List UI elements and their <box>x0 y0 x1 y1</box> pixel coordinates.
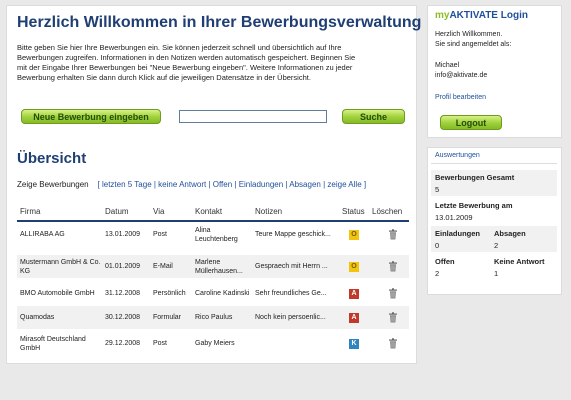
filter-no-answer[interactable]: keine Antwort <box>158 180 206 189</box>
intro-line: Bewerbung erhalten Sie dann durch Klick … <box>17 73 311 82</box>
col-status: Status <box>342 207 365 216</box>
cell-firma: Mustermann GmbH & Co. KG <box>20 258 101 275</box>
stats-title: Auswertungen <box>435 152 480 159</box>
cell-datum: 31.12.2008 <box>105 290 141 297</box>
cell-via: Post <box>153 340 168 347</box>
col-datum: Datum <box>105 207 129 216</box>
cell-firma: Mirasoft Deutschland GmbH <box>20 335 86 352</box>
page-title: Herzlich Willkommen in Ihrer Bewerbungsv… <box>17 14 422 31</box>
stat-open-label: Offen <box>435 257 455 266</box>
brand-rest: AKTIVATE Login <box>449 10 528 21</box>
stat-total: Bewerbungen Gesamt 5 <box>431 170 557 196</box>
cell-datum: 01.01.2009 <box>105 263 141 270</box>
cell-firma: BMO Automobile GmbH <box>20 290 95 297</box>
cell-notizen: Teure Mappe geschick... <box>255 231 331 238</box>
col-kontakt: Kontakt <box>195 207 223 216</box>
cell-via: Post <box>153 231 168 238</box>
cell-firma: Quamodas <box>20 314 55 321</box>
login-panel: myAKTIVATE Login Herzlich Willkommen. Si… <box>428 6 561 137</box>
cell-kontakt: Marlene Müllerhausen... <box>195 258 243 275</box>
filter-open[interactable]: Offen <box>213 180 232 189</box>
intro-line: mit der Eingabe Ihrer Bewerbungen bei "N… <box>17 63 353 72</box>
table-header: Firma Datum Via Kontakt Notizen Status L… <box>17 205 409 222</box>
trash-icon[interactable] <box>388 312 398 323</box>
stat-open-value: 2 <box>435 269 440 278</box>
cell-datum: 29.12.2008 <box>105 340 141 347</box>
login-title: myAKTIVATE Login <box>435 10 528 21</box>
status-open-badge: O <box>349 261 359 272</box>
cell-kontakt: Gaby Meiers <box>195 340 235 347</box>
cell-notizen: Sehr freundliches Ge... <box>255 290 327 297</box>
stat-total-value: 5 <box>435 185 440 194</box>
cell-via: E-Mail <box>153 263 173 270</box>
status-no-answer-badge: K <box>349 338 359 349</box>
status-rejection-badge: A <box>349 312 359 323</box>
stat-invites-value: 0 <box>435 241 440 250</box>
status-open-badge: O <box>349 229 359 240</box>
logout-button[interactable]: Logout <box>440 115 502 130</box>
cell-via: Persönlich <box>153 290 186 297</box>
cell-kontakt: Alina Leuchtenberg <box>195 226 238 243</box>
stat-open-noanswer: Offen 2 Keine Antwort 1 <box>431 254 557 280</box>
cell-notizen <box>255 332 341 355</box>
cell-datum: 30.12.2008 <box>105 314 141 321</box>
table-row[interactable]: BMO Automobile GmbH 31.12.2008 Persönlic… <box>17 282 409 305</box>
table-row[interactable]: ALLIRABA AG 13.01.2009 Post Alina Leucht… <box>17 223 409 246</box>
stat-invites-rejections: Einladungen 0 Absagen 2 <box>431 226 557 252</box>
main-panel: Herzlich Willkommen in Ihrer Bewerbungsv… <box>7 6 421 363</box>
search-input[interactable] <box>179 110 327 123</box>
table-row[interactable]: Quamodas 30.12.2008 Formular Rico Paulus… <box>17 306 409 329</box>
stat-last: Letzte Bewerbung am 13.01.2009 <box>431 198 557 224</box>
edit-profile-link[interactable]: Profil bearbeiten <box>435 94 486 101</box>
stat-last-label: Letzte Bewerbung am <box>435 201 513 210</box>
cell-notizen: Gespraech mit Herrn ... <box>255 263 328 270</box>
cell-via: Formular <box>153 314 182 321</box>
intro-line: Bewerbungen zugreifen. Informationen in … <box>17 53 356 62</box>
col-firma: Firma <box>20 207 41 216</box>
table-row[interactable]: Mirasoft Deutschland GmbH 29.12.2008 Pos… <box>17 332 409 355</box>
brand-prefix: my <box>435 10 450 21</box>
trash-icon[interactable] <box>388 338 398 349</box>
filter-label: Zeige Bewerbungen <box>17 180 89 189</box>
filter-rejections[interactable]: Absagen <box>289 180 321 189</box>
overview-title: Übersicht <box>17 150 87 167</box>
cell-kontakt: Rico Paulus <box>195 314 233 321</box>
cell-kontakt: Caroline Kadinski <box>195 290 250 297</box>
trash-icon[interactable] <box>388 261 398 272</box>
col-notizen: Notizen <box>255 207 283 216</box>
stats-panel: Auswertungen Bewerbungen Gesamt 5 Letzte… <box>428 148 561 294</box>
cell-datum: 13.01.2009 <box>105 231 141 238</box>
trash-icon[interactable] <box>388 288 398 299</box>
stat-rejections-label: Absagen <box>494 229 526 238</box>
col-via: Via <box>153 207 165 216</box>
user-name: Michael <box>435 62 460 69</box>
filter-last-5-days[interactable]: letzten 5 Tage <box>102 180 152 189</box>
new-application-button[interactable]: Neue Bewerbung eingeben <box>21 109 161 124</box>
search-button[interactable]: Suche <box>342 109 405 124</box>
trash-icon[interactable] <box>388 229 398 240</box>
filter-invitations[interactable]: Einladungen <box>239 180 283 189</box>
status-rejection-badge: A <box>349 288 359 299</box>
user-email: info@aktivate.de <box>435 72 488 79</box>
filter-show-all[interactable]: zeige Alle <box>327 180 361 189</box>
intro-text: Bitte geben Sie hier Ihre Bewerbungen ei… <box>17 43 407 83</box>
intro-line: Bitte geben Sie hier Ihre Bewerbungen ei… <box>17 43 342 52</box>
col-loeschen: Löschen <box>372 207 403 216</box>
stat-rejections-value: 2 <box>494 241 499 250</box>
stat-total-label: Bewerbungen Gesamt <box>435 173 515 182</box>
cell-firma: ALLIRABA AG <box>20 231 65 238</box>
stat-invites-label: Einladungen <box>435 229 480 238</box>
login-status: Sie sind angemeldet als: <box>435 41 512 48</box>
filter-bar: Zeige Bewerbungen [ letzten 5 Tage | kei… <box>17 180 367 189</box>
stat-last-value: 13.01.2009 <box>435 213 473 222</box>
stat-noanswer-value: 1 <box>494 269 499 278</box>
cell-notizen: Noch kein persoenlic... <box>255 314 326 321</box>
table-row[interactable]: Mustermann GmbH & Co. KG 01.01.2009 E-Ma… <box>17 255 409 278</box>
stat-noanswer-label: Keine Antwort <box>494 257 545 266</box>
login-greeting: Herzlich Willkommen. <box>435 31 503 38</box>
